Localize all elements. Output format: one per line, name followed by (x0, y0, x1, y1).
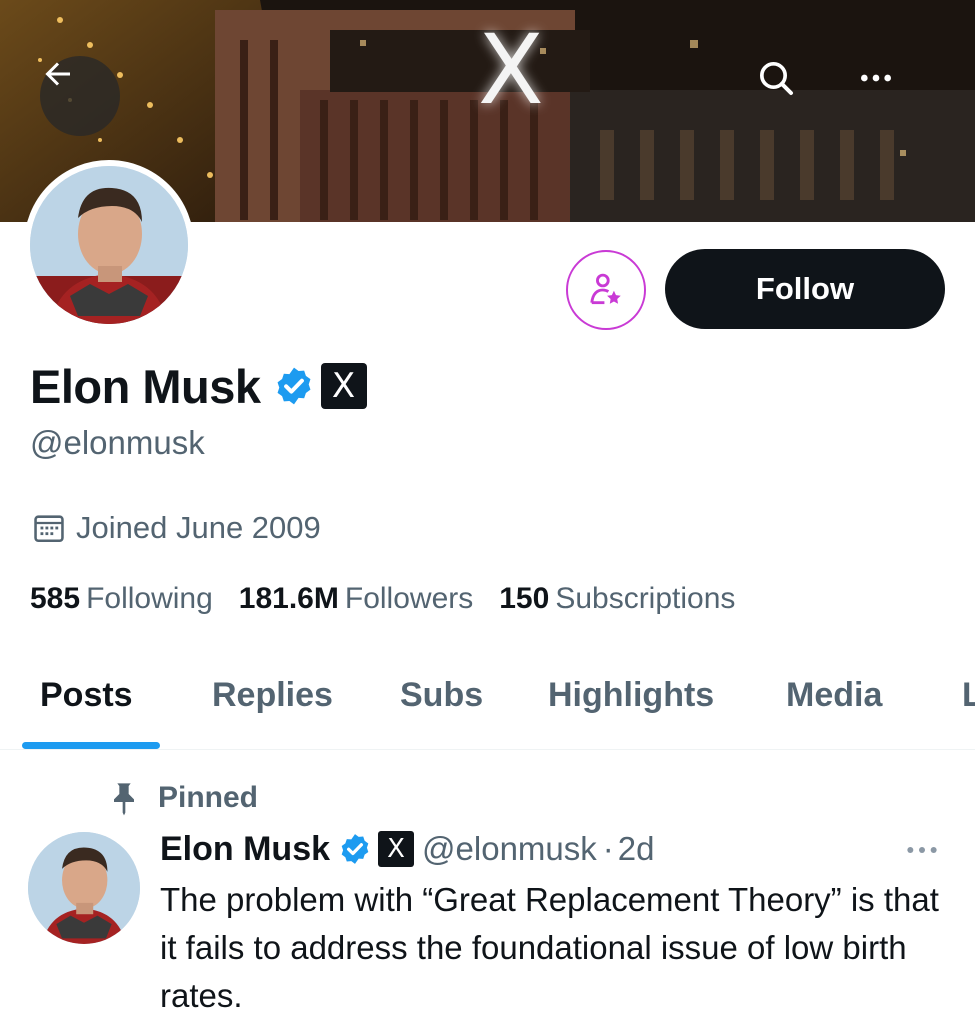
following-count: 585 (30, 582, 81, 615)
following-stat[interactable]: 585 Following (30, 582, 213, 616)
post-author-name[interactable]: Elon Musk (160, 830, 330, 869)
followers-label: Followers (344, 582, 474, 615)
tab-likes-partial[interactable]: L (962, 676, 975, 715)
post-header: Elon Musk X @elonmusk · 2d (160, 826, 654, 872)
tab-subs[interactable]: Subs (400, 676, 483, 715)
verified-badge-icon (341, 834, 369, 864)
post-time[interactable]: 2d (618, 830, 655, 868)
followers-stat[interactable]: 181.6M Followers (239, 582, 473, 616)
verified-badge-icon (277, 367, 310, 405)
pin-icon (114, 783, 134, 816)
banner-x-sign: X (478, 14, 544, 126)
pinned-label: Pinned (158, 781, 259, 814)
post-more-button[interactable] (902, 836, 942, 869)
search-icon (760, 62, 793, 95)
calendar-icon (34, 515, 64, 543)
user-star-icon (590, 273, 621, 305)
avatar-image (30, 166, 188, 324)
followers-count: 181.6M (238, 582, 339, 615)
stats-row: 585 Following 181.6M Followers 150 Subscrip… (30, 582, 761, 616)
affiliate-x-badge[interactable]: X (378, 831, 415, 867)
back-button[interactable] (40, 56, 120, 136)
post-text: The problem with “Great Replacement Theo… (160, 881, 939, 1014)
profile-tabs: Posts Replies Subs Highlights Media L (0, 660, 975, 750)
post-author-avatar[interactable] (28, 832, 140, 944)
avatar-image (28, 832, 140, 944)
active-tab-indicator (22, 742, 160, 749)
profile-handle: @elonmusk (30, 424, 205, 461)
x-logo-icon: X (387, 834, 405, 864)
following-label: Following (86, 582, 213, 615)
tab-replies[interactable]: Replies (212, 676, 333, 715)
tab-highlights[interactable]: Highlights (548, 676, 714, 715)
tab-media[interactable]: Media (786, 676, 882, 715)
name-row: Elon Musk X (30, 356, 367, 416)
follow-button[interactable]: Follow (665, 249, 945, 329)
affiliate-x-badge[interactable]: X (320, 363, 367, 409)
subscribe-button[interactable] (566, 250, 646, 330)
search-button[interactable] (756, 58, 836, 138)
joined-date: Joined June 2009 (76, 510, 321, 545)
joined-row: Joined June 2009 (32, 510, 321, 546)
x-logo-icon: X (331, 366, 356, 406)
more-horizontal-icon (861, 74, 891, 82)
subscriptions-stat[interactable]: 150 Subscriptions (499, 582, 735, 616)
display-name: Elon Musk (30, 359, 261, 413)
post-author-handle[interactable]: @elonmusk (422, 830, 597, 868)
post-separator: · (602, 830, 614, 867)
profile-avatar[interactable] (24, 160, 194, 330)
subscriptions-label: Subscriptions (555, 582, 736, 615)
more-horizontal-icon (907, 847, 937, 853)
subscriptions-count: 150 (499, 582, 550, 615)
pinned-indicator: Pinned (108, 780, 258, 816)
more-button[interactable] (856, 58, 936, 138)
tab-posts[interactable]: Posts (40, 676, 133, 715)
arrow-left-icon (45, 62, 70, 86)
